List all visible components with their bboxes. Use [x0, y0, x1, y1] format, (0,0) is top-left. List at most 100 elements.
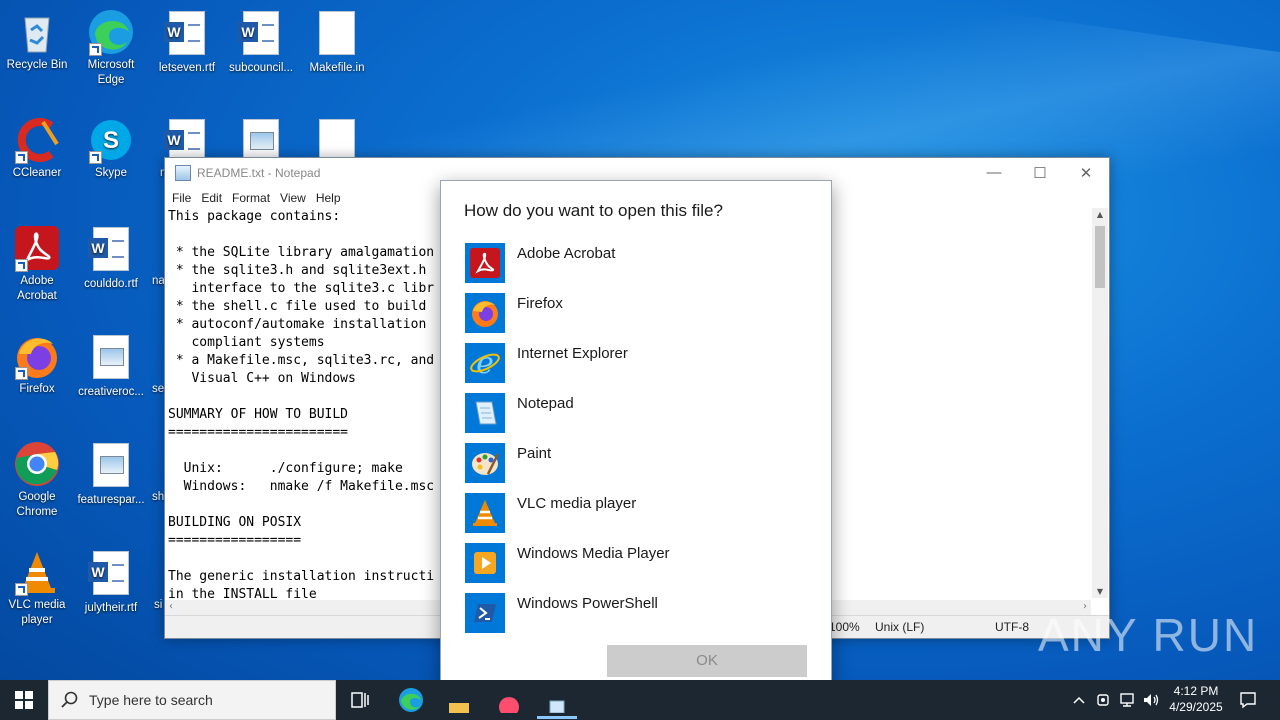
desktop-icon-skype[interactable]: S Skype	[74, 116, 148, 181]
network-icon[interactable]	[1116, 680, 1138, 720]
desktop-icon-label: coulddo.rtf	[84, 278, 138, 290]
desktop-icon-vlc[interactable]: VLC media player	[0, 548, 74, 628]
active-indicator	[537, 716, 577, 719]
desktop-icon-label: Google Chrome	[16, 491, 58, 518]
start-button[interactable]	[0, 680, 48, 720]
desktop-icon-label: Skype	[95, 167, 127, 179]
acrobat-icon	[13, 224, 61, 272]
shortcut-arrow-icon	[15, 367, 28, 380]
app-label: Windows PowerShell	[517, 595, 658, 612]
recycle-bin-icon	[13, 8, 61, 56]
minimize-button[interactable]: —	[971, 164, 1017, 182]
desktop-icon-makefile[interactable]: Makefile.in	[300, 8, 374, 76]
app-option-firefox[interactable]: Firefox	[465, 293, 805, 333]
word-doc-icon	[87, 551, 135, 599]
vertical-scrollbar[interactable]: ▲ ▼	[1092, 208, 1108, 598]
taskbar-edge-icon[interactable]	[395, 684, 427, 716]
scroll-down-icon[interactable]: ▼	[1092, 587, 1108, 596]
app-option-windows-powershell[interactable]: Windows PowerShell	[465, 593, 805, 633]
task-view-icon[interactable]	[344, 684, 376, 716]
skype-icon: S	[87, 116, 135, 164]
menu-file[interactable]: File	[167, 188, 196, 208]
app-option-paint[interactable]: Paint	[465, 443, 805, 483]
desktop-icon-label: CCleaner	[12, 167, 62, 179]
dialog-title: How do you want to open this file?	[464, 201, 723, 220]
desktop-icon-label: Adobe Acrobat	[17, 275, 57, 302]
status-encoding: UTF-8	[995, 620, 1029, 634]
scroll-thumb[interactable]	[1095, 226, 1105, 288]
taskbar-clock[interactable]: 4:12 PM 4/29/2025	[1160, 683, 1232, 715]
ie-icon: e	[465, 343, 505, 383]
firefox-icon	[13, 332, 61, 380]
ok-button[interactable]: OK	[607, 645, 807, 677]
taskbar-firefox-icon[interactable]	[493, 684, 525, 716]
desktop-icon-ccleaner[interactable]: CCleaner	[0, 116, 74, 181]
scroll-up-icon[interactable]: ▲	[1092, 210, 1108, 219]
desktop-icon-letseven[interactable]: letseven.rtf	[150, 8, 224, 76]
vlc-icon	[13, 548, 61, 596]
desktop-icon-label: subcouncil...	[229, 62, 293, 74]
app-option-internet-explorer[interactable]: e Internet Explorer	[465, 343, 805, 383]
desktop-icon-label: Recycle Bin	[6, 59, 68, 71]
desktop-icon-julytheir[interactable]: julytheir.rtf	[74, 548, 148, 616]
app-option-adobe-acrobat[interactable]: Adobe Acrobat	[465, 243, 805, 283]
desktop-icon-edge[interactable]: Microsoft Edge	[74, 8, 148, 88]
desktop-icon-recycle-bin[interactable]: Recycle Bin	[0, 8, 74, 73]
image-file-icon	[87, 335, 135, 383]
desktop-icon-creativeroc[interactable]: creativeroc...	[74, 332, 148, 400]
shortcut-arrow-icon	[89, 43, 102, 56]
scroll-left-icon[interactable]: ‹	[169, 601, 173, 612]
menu-view[interactable]: View	[275, 188, 311, 208]
taskbar: Type here to search 4:12 PM 4/29/2025	[0, 680, 1280, 720]
wmp-icon	[465, 543, 505, 583]
app-label: Internet Explorer	[517, 345, 628, 362]
desktop-icon-acrobat[interactable]: Adobe Acrobat	[0, 224, 74, 304]
menu-help[interactable]: Help	[311, 188, 346, 208]
open-with-dialog: How do you want to open this file? Adobe…	[440, 180, 832, 703]
close-button[interactable]: ✕	[1063, 164, 1109, 182]
firefox-icon	[465, 293, 505, 333]
desktop-icon-label: letseven.rtf	[158, 62, 216, 74]
shortcut-arrow-icon	[15, 259, 28, 272]
app-option-windows-media-player[interactable]: Windows Media Player	[465, 543, 805, 583]
network-device-icon[interactable]	[1092, 680, 1114, 720]
shortcut-arrow-icon	[89, 151, 102, 164]
menu-format[interactable]: Format	[227, 188, 275, 208]
menu-edit[interactable]: Edit	[196, 188, 227, 208]
taskbar-notepad-icon[interactable]	[537, 684, 577, 719]
app-option-vlc[interactable]: VLC media player	[465, 493, 805, 533]
word-doc-icon	[237, 11, 285, 59]
status-zoom: 100%	[829, 620, 860, 634]
word-doc-icon	[87, 227, 135, 275]
blank-file-icon	[313, 11, 361, 59]
svg-text:e: e	[476, 347, 494, 379]
ccleaner-icon	[13, 116, 61, 164]
app-label: Paint	[517, 445, 552, 462]
word-doc-icon	[163, 11, 211, 59]
notifications-icon[interactable]	[1236, 680, 1260, 720]
app-option-notepad[interactable]: Notepad	[465, 393, 805, 433]
desktop-icon-label: Firefox	[19, 383, 55, 395]
shortcut-arrow-icon	[15, 151, 28, 164]
desktop-icon-label: featurespar...	[77, 494, 145, 506]
search-placeholder: Type here to search	[89, 692, 213, 708]
taskbar-search-box[interactable]: Type here to search	[48, 680, 336, 720]
desktop-icon-label: VLC media player	[8, 599, 66, 626]
desktop-icon-featurespar[interactable]: featurespar...	[74, 440, 148, 508]
desktop-icon-firefox[interactable]: Firefox	[0, 332, 74, 397]
desktop-icon-coulddo[interactable]: coulddo.rtf	[74, 224, 148, 292]
powershell-icon	[465, 593, 505, 633]
desktop-icon-chrome[interactable]: Google Chrome	[0, 440, 74, 520]
window-title: README.txt - Notepad	[197, 166, 321, 180]
edge-icon	[87, 8, 135, 56]
show-hidden-icons-chevron-icon[interactable]	[1068, 680, 1090, 720]
app-label: Notepad	[517, 395, 574, 412]
acrobat-icon	[465, 243, 505, 283]
desktop-icon-label: creativeroc...	[78, 386, 144, 398]
notepad-icon	[175, 165, 191, 181]
taskbar-explorer-icon[interactable]	[443, 684, 475, 716]
volume-icon[interactable]	[1140, 680, 1162, 720]
desktop-icon-subcouncil[interactable]: subcouncil...	[224, 8, 298, 76]
clock-time: 4:12 PM	[1173, 684, 1219, 698]
maximize-button[interactable]: ☐	[1017, 164, 1063, 182]
